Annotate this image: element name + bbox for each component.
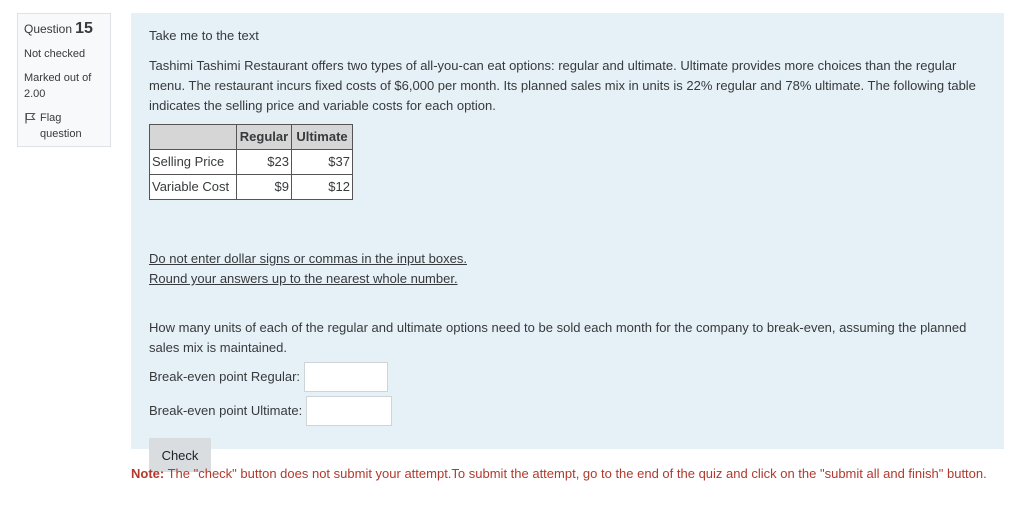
instruction-rounding: Round your answers up to the nearest who… <box>149 271 458 286</box>
question-info-panel: Question 15 Not checked Marked out of 2.… <box>17 13 111 147</box>
note-prefix: Note: <box>131 466 165 481</box>
question-content: Take me to the text Tashimi Tashimi Rest… <box>131 13 1004 472</box>
question-paragraph: Tashimi Tashimi Restaurant offers two ty… <box>149 58 976 113</box>
table-cell-ultimate: $12 <box>291 174 353 200</box>
instruction-no-symbols: Do not enter dollar signs or commas in t… <box>149 251 467 266</box>
table-cell-regular: $23 <box>236 149 292 175</box>
answer-label-ultimate: Break-even point Ultimate: <box>149 403 303 418</box>
flag-label-line1[interactable]: Flag <box>40 112 61 124</box>
flag-question-text[interactable]: Flag question <box>40 110 82 142</box>
submit-note: Note: The "check" button does not submit… <box>131 464 991 484</box>
question-number-value: 15 <box>75 20 93 37</box>
instructions: Do not enter dollar signs or commas in t… <box>149 249 986 289</box>
break-even-regular-input[interactable] <box>304 362 389 392</box>
flag-question-link[interactable]: Flag question <box>24 110 104 142</box>
question-prompt: How many units of each of the regular an… <box>149 320 967 355</box>
table-cell-regular: $9 <box>236 174 292 200</box>
note-text: The "check" button does not submit your … <box>164 466 987 481</box>
table-row: Selling Price $23 $37 <box>149 149 353 175</box>
marked-out-of-value: 2.00 <box>24 88 46 100</box>
question-status: Not checked <box>24 48 86 60</box>
flag-icon <box>25 113 36 124</box>
table-cell-ultimate: $37 <box>291 149 353 175</box>
question-label: Question <box>24 22 73 36</box>
table-header-blank <box>149 124 237 150</box>
answer-row-regular: Break-even point Regular: <box>149 362 986 392</box>
table-header-regular: Regular <box>236 124 292 150</box>
table-cell-label: Selling Price <box>149 149 237 175</box>
table-header-ultimate: Ultimate <box>291 124 353 150</box>
table-row: Variable Cost $9 $12 <box>149 174 353 200</box>
price-cost-table: Regular Ultimate Selling Price $23 $37 V… <box>149 124 353 200</box>
question-number: Question 15 <box>24 20 104 38</box>
marked-out-of: Marked out of 2.00 <box>24 70 104 102</box>
table-header-row: Regular Ultimate <box>149 124 353 150</box>
flag-label-line2[interactable]: question <box>40 128 82 140</box>
answer-row-ultimate: Break-even point Ultimate: <box>149 396 986 426</box>
answer-label-regular: Break-even point Regular: <box>149 369 301 384</box>
marked-out-of-label: Marked out of <box>24 72 92 84</box>
break-even-ultimate-input[interactable] <box>306 396 393 426</box>
take-me-to-text-link[interactable]: Take me to the text <box>149 26 986 46</box>
table-cell-label: Variable Cost <box>149 174 237 200</box>
